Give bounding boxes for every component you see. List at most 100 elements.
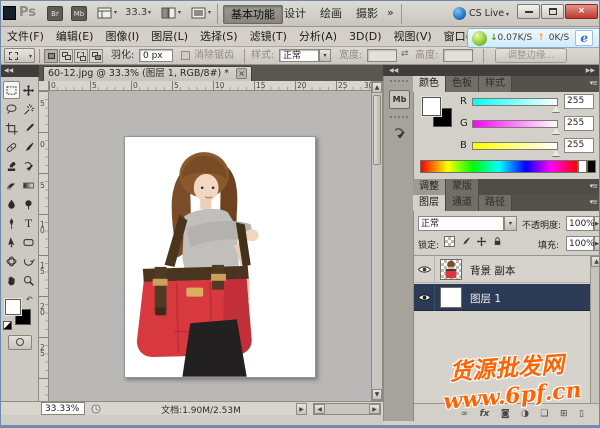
history-panel-icon[interactable]	[389, 124, 410, 143]
dock-collapse-icon[interactable]: ◀◀	[389, 65, 398, 76]
opacity-value[interactable]: 100%	[566, 216, 594, 231]
default-colors-icon[interactable]	[3, 321, 12, 330]
refine-edge-button[interactable]: 调整边缘...	[495, 48, 567, 63]
adjustment-layer-icon[interactable]: ◑	[521, 409, 529, 419]
mini-bridge-panel-icon[interactable]: Mb	[389, 90, 410, 109]
net-speed-monitor[interactable]: ↓ 0.07K/S ↑ 0K/S e	[467, 28, 600, 48]
menu-view[interactable]: 视图(V)	[388, 27, 438, 46]
status-zoom-input[interactable]: 33.33%	[41, 402, 85, 415]
adjustments-panel-menu-icon[interactable]: ▾≡	[590, 182, 597, 190]
arrange-dropdown-icon[interactable]: ▾	[178, 9, 181, 16]
tab-masks[interactable]: 蒙版	[446, 179, 479, 195]
tool-lasso[interactable]	[3, 100, 20, 118]
scroll-up-icon[interactable]: ▲	[372, 82, 382, 93]
tool-crop[interactable]	[3, 119, 20, 137]
antialias-checkbox[interactable]	[181, 51, 190, 60]
toolbox-header[interactable]: ◀◀	[1, 65, 39, 77]
selection-new-button[interactable]	[44, 49, 58, 63]
new-layer-icon[interactable]: ⊞	[560, 409, 568, 419]
channel-g-value[interactable]: 255	[564, 116, 594, 131]
layer-scroll-up-icon[interactable]: ▲	[591, 256, 600, 267]
quick-mask-button[interactable]	[8, 335, 32, 350]
panel-foreground-swatch[interactable]	[422, 97, 441, 116]
spectrum-white-swatch[interactable]	[578, 160, 587, 173]
swap-dimensions-icon[interactable]: ⇄	[401, 49, 409, 59]
tool-shape[interactable]	[20, 233, 37, 251]
add-mask-icon[interactable]: ◙	[501, 409, 510, 419]
lock-all-icon[interactable]	[492, 236, 503, 247]
tool-preset-picker[interactable]: ▾	[4, 48, 35, 63]
selection-subtract-button[interactable]	[74, 49, 88, 63]
layer-row-background-copy[interactable]: 背景 副本	[414, 256, 590, 283]
channel-r-value[interactable]: 255	[564, 94, 594, 109]
tool-eyedropper[interactable]	[20, 119, 37, 137]
layer-name[interactable]: 背景 副本	[470, 263, 515, 278]
tool-hand[interactable]	[3, 271, 20, 289]
mini-bridge-button[interactable]: Mb	[71, 6, 87, 21]
style-dropdown-icon[interactable]: ▾	[319, 49, 331, 62]
menu-analysis[interactable]: 分析(A)	[293, 27, 343, 46]
ruler-origin[interactable]	[39, 81, 49, 91]
arrange-documents-button[interactable]	[161, 7, 177, 23]
style-select[interactable]: 正常	[279, 49, 319, 62]
tab-paths[interactable]: 路径	[479, 195, 512, 211]
lock-pixels-icon[interactable]	[460, 236, 471, 247]
scroll-left-icon[interactable]: ◀	[314, 404, 325, 414]
menu-layer[interactable]: 图层(L)	[145, 27, 194, 46]
channel-g-slider[interactable]	[472, 120, 558, 128]
tool-gradient[interactable]	[20, 176, 37, 194]
tool-blur[interactable]	[3, 195, 20, 213]
menu-select[interactable]: 选择(S)	[194, 27, 244, 46]
scroll-down-icon[interactable]: ▼	[372, 389, 382, 400]
tab-adjustments[interactable]: 调整	[413, 179, 446, 195]
tool-3d-rotate[interactable]	[3, 252, 20, 270]
tab-styles[interactable]: 样式	[479, 76, 512, 92]
layer-name[interactable]: 图层 1	[470, 291, 501, 306]
workspace-painting-button[interactable]: 绘画	[313, 5, 349, 22]
channel-r-thumb[interactable]	[552, 106, 560, 112]
tool-dodge[interactable]	[20, 195, 37, 213]
menu-filter[interactable]: 滤镜(T)	[244, 27, 293, 46]
document-image[interactable]	[124, 136, 316, 378]
width-input[interactable]	[367, 49, 397, 62]
scroll-right-icon[interactable]: ▶	[369, 404, 380, 414]
tool-history-brush[interactable]	[20, 157, 37, 175]
visibility-toggle[interactable]	[414, 256, 435, 283]
canvas-area[interactable]	[49, 91, 371, 401]
tab-color[interactable]: 颜色	[413, 76, 446, 92]
feather-input[interactable]: 0 px	[139, 49, 173, 62]
tool-magic-wand[interactable]	[20, 100, 37, 118]
speedball-icon[interactable]	[472, 31, 487, 46]
channel-b-thumb[interactable]	[552, 150, 560, 156]
workspace-photography-button[interactable]: 摄影	[349, 5, 385, 22]
selection-intersect-button[interactable]	[89, 49, 103, 63]
workspace-essentials-button[interactable]: 基本功能	[223, 5, 283, 24]
foreground-color-swatch[interactable]	[5, 299, 21, 315]
workspace-more-button[interactable]: »	[387, 6, 394, 19]
menu-edit[interactable]: 编辑(E)	[50, 27, 100, 46]
maximize-button[interactable]	[541, 4, 564, 19]
layer-thumbnail[interactable]	[440, 287, 462, 308]
dock-expand-icon[interactable]: ▶▶	[586, 65, 595, 76]
document-tab[interactable]: 60-12.jpg @ 33.3% (图层 1, RGB/8#) * ×	[43, 66, 252, 81]
vertical-ruler[interactable]: 5 0 5 10 15 20 25	[39, 91, 49, 401]
close-button[interactable]: ×	[565, 4, 598, 19]
tool-clone-stamp[interactable]	[3, 157, 20, 175]
tool-rectangular-marquee[interactable]	[3, 81, 20, 99]
channel-g-thumb[interactable]	[552, 128, 560, 134]
tool-healing-brush[interactable]	[3, 138, 20, 156]
tab-layers[interactable]: 图层	[413, 195, 446, 211]
tool-path-selection[interactable]	[3, 233, 20, 251]
fill-value[interactable]: 100%	[566, 236, 594, 251]
tab-channels[interactable]: 通道	[446, 195, 479, 211]
tool-type[interactable]: T	[20, 214, 37, 232]
canvas-vertical-scrollbar[interactable]: ▲ ▼	[371, 81, 383, 401]
tab-swatches[interactable]: 色板	[446, 76, 479, 92]
new-group-icon[interactable]: ❑	[540, 409, 548, 419]
channel-b-slider[interactable]	[472, 142, 558, 150]
tool-eraser[interactable]	[3, 176, 20, 194]
fill-spinner-icon[interactable]: ▶	[594, 236, 600, 251]
zoom-dropdown-icon[interactable]: ▾	[148, 9, 151, 16]
tool-zoom[interactable]	[20, 271, 37, 289]
tool-pen[interactable]	[3, 214, 20, 232]
